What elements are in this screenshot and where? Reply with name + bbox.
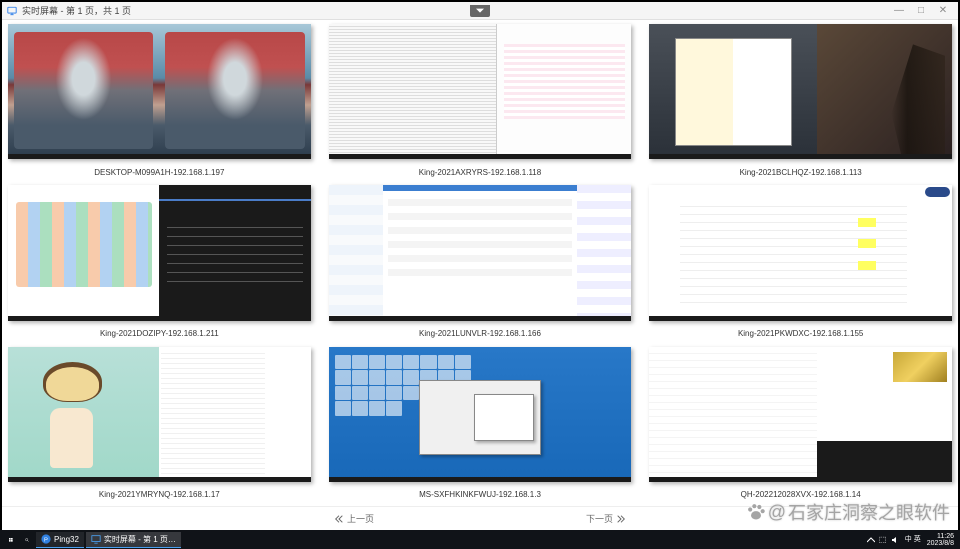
- taskbar-app-label: 实时屏幕 - 第 1 页…: [104, 534, 176, 545]
- screen-cell: King-2021AXRYRS-192.168.1.118: [329, 24, 632, 183]
- chevron-right-double-icon: [617, 515, 625, 523]
- next-page-label: 下一页: [586, 512, 613, 525]
- chevron-left-double-icon: [335, 515, 343, 523]
- window-title: 实时屏幕 - 第 1 页，共 1 页: [22, 4, 131, 17]
- next-page-button[interactable]: 下一页: [580, 511, 631, 526]
- chevron-up-icon: [867, 536, 875, 544]
- screen-thumbnail[interactable]: [8, 347, 311, 482]
- screen-grid: DESKTOP-M099A1H-192.168.1.197 King-2021A…: [8, 24, 952, 506]
- maximize-button[interactable]: □: [914, 5, 928, 16]
- ime-indicator[interactable]: 中 英: [905, 536, 921, 543]
- close-button[interactable]: ✕: [936, 5, 950, 16]
- paw-icon: [746, 502, 766, 522]
- watermark: @ 石家庄洞察之眼软件: [746, 499, 950, 525]
- screen-cell: DESKTOP-M099A1H-192.168.1.197: [8, 24, 311, 183]
- screen-thumbnail[interactable]: [649, 24, 952, 159]
- search-icon: [25, 535, 29, 545]
- network-icon: ⬚: [879, 536, 887, 544]
- screen-cell: King-2021LUNVLR-192.168.1.166: [329, 185, 632, 344]
- screen-thumbnail[interactable]: [329, 185, 632, 320]
- title-dropdown-button[interactable]: [470, 5, 490, 17]
- ping32-icon: P: [41, 534, 51, 544]
- screen-caption: King-2021AXRYRS-192.168.1.118: [329, 161, 632, 183]
- monitor-icon: [91, 534, 101, 544]
- screen-cell: King-2021YMRYNQ-192.168.1.17: [8, 347, 311, 506]
- monitor-icon: [6, 6, 18, 16]
- taskbar-date: 2023/8/8: [927, 540, 954, 547]
- screen-thumbnail[interactable]: [329, 24, 632, 159]
- system-tray[interactable]: ⬚: [867, 536, 899, 544]
- prev-page-button[interactable]: 上一页: [329, 511, 380, 526]
- screen-thumbnail[interactable]: [8, 24, 311, 159]
- screen-thumbnail[interactable]: [329, 347, 632, 482]
- title-bar: 实时屏幕 - 第 1 页，共 1 页 — □ ✕: [2, 2, 958, 20]
- screen-cell: King-2021BCLHQZ-192.168.1.113: [649, 24, 952, 183]
- app-window: 实时屏幕 - 第 1 页，共 1 页 — □ ✕ DESKTOP-M099A1H…: [2, 2, 958, 530]
- screen-caption: King-2021LUNVLR-192.168.1.166: [329, 323, 632, 345]
- screen-caption: King-2021YMRYNQ-192.168.1.17: [8, 484, 311, 506]
- svg-text:P: P: [44, 538, 48, 544]
- prev-page-label: 上一页: [347, 512, 374, 525]
- screen-cell: MS-SXFHKINKFWUJ-192.168.1.3: [329, 347, 632, 506]
- screen-caption: King-2021DOZIPY-192.168.1.211: [8, 323, 311, 345]
- screen-cell: King-2021DOZIPY-192.168.1.211: [8, 185, 311, 344]
- taskbar-app-realtime-screen[interactable]: 实时屏幕 - 第 1 页…: [86, 532, 181, 548]
- taskbar-clock[interactable]: 11:26 2023/8/8: [927, 533, 954, 547]
- minimize-button[interactable]: —: [892, 5, 906, 16]
- volume-icon: [891, 536, 899, 544]
- content-area: DESKTOP-M099A1H-192.168.1.197 King-2021A…: [2, 20, 958, 506]
- screen-caption: King-2021PKWDXC-192.168.1.155: [649, 323, 952, 345]
- screen-caption: DESKTOP-M099A1H-192.168.1.197: [8, 161, 311, 183]
- os-taskbar: P Ping32 实时屏幕 - 第 1 页… ⬚ 中 英 11:26 2023/…: [0, 530, 960, 549]
- screen-thumbnail[interactable]: [649, 347, 952, 482]
- screen-thumbnail[interactable]: [649, 185, 952, 320]
- screen-caption: MS-SXFHKINKFWUJ-192.168.1.3: [329, 484, 632, 506]
- screen-cell: King-2021PKWDXC-192.168.1.155: [649, 185, 952, 344]
- watermark-text: 石家庄洞察之眼软件: [788, 499, 950, 525]
- taskbar-search[interactable]: [20, 532, 34, 548]
- window-controls: — □ ✕: [892, 5, 958, 16]
- taskbar-tray-area: ⬚ 中 英 11:26 2023/8/8: [867, 533, 960, 547]
- start-button[interactable]: [4, 532, 18, 548]
- chevron-down-icon: [476, 8, 484, 14]
- windows-icon: [9, 535, 13, 545]
- taskbar-time: 11:26: [937, 533, 954, 540]
- screen-cell: QH-202212028XVX-192.168.1.14: [649, 347, 952, 506]
- taskbar-app-ping32[interactable]: P Ping32: [36, 532, 84, 548]
- screen-caption: King-2021BCLHQZ-192.168.1.113: [649, 161, 952, 183]
- taskbar-app-label: Ping32: [54, 535, 79, 544]
- screen-thumbnail[interactable]: [8, 185, 311, 320]
- watermark-at: @: [768, 502, 786, 523]
